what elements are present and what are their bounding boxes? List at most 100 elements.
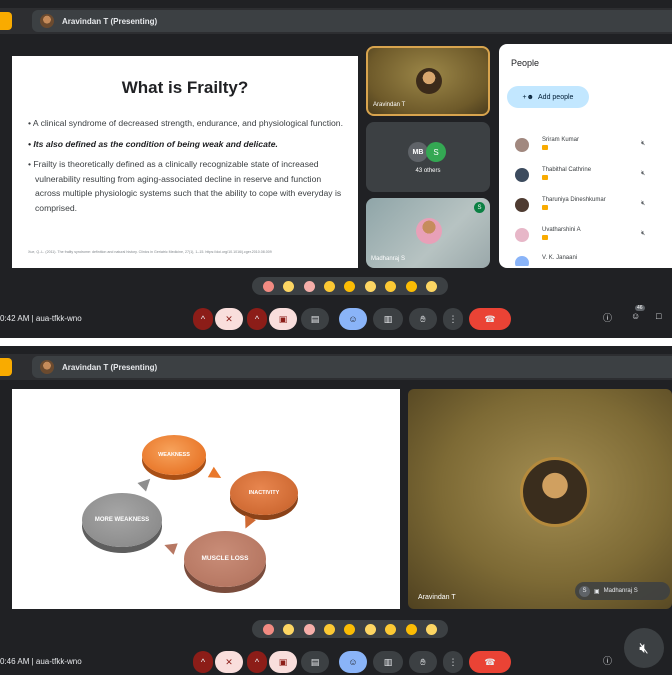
present-screen-icon[interactable]: ▥ bbox=[373, 651, 403, 673]
mic-off-icon[interactable]: 🔇︎ bbox=[641, 170, 645, 178]
others-avatar: S bbox=[426, 142, 446, 162]
leave-call-icon[interactable]: ☎︎ bbox=[469, 308, 511, 330]
laughing-icon[interactable] bbox=[344, 623, 356, 635]
present-indicator[interactable] bbox=[0, 12, 12, 30]
thumbs-down-icon[interactable] bbox=[426, 623, 438, 635]
party-popper-icon[interactable] bbox=[303, 623, 315, 635]
camera-options-chevron-icon[interactable]: ^ bbox=[247, 651, 267, 673]
participant-name: Aravindan T bbox=[373, 102, 406, 108]
people-panel-title: People bbox=[511, 58, 540, 68]
participant-name: Tharuniya Dineshkumar bbox=[542, 197, 606, 203]
mic-off-icon[interactable]: ✕ bbox=[215, 308, 243, 330]
surprised-icon[interactable] bbox=[364, 280, 376, 292]
camera-off-icon[interactable]: ▣ bbox=[269, 651, 297, 673]
list-top-partial bbox=[515, 116, 655, 122]
captions-icon[interactable]: ▤ bbox=[301, 651, 329, 673]
mic-off-icon[interactable]: ✕ bbox=[215, 651, 243, 673]
present-screen-icon[interactable]: ▥ bbox=[373, 308, 403, 330]
slide-bullets: • A clinical syndrome of decreased stren… bbox=[28, 116, 348, 221]
raise-hand-icon[interactable]: ✋︎ bbox=[409, 651, 437, 673]
crying-icon[interactable] bbox=[385, 623, 397, 635]
presenter-avatar bbox=[40, 360, 54, 374]
participant-name: Sriram Kumar bbox=[542, 137, 580, 143]
presenter-chip[interactable]: Aravindan T (Presenting) bbox=[32, 356, 672, 378]
diagram-node-more-weakness: MORE WEAKNESS bbox=[82, 493, 162, 547]
participant-list-item[interactable]: Sriram Kumar 🔇︎ bbox=[515, 136, 672, 156]
pip-avatar: S bbox=[579, 585, 590, 597]
slide-title: What is Frailty? bbox=[121, 78, 249, 97]
participant-avatar bbox=[515, 228, 529, 242]
participant-tile-presenter[interactable]: Aravindan T bbox=[408, 389, 672, 609]
present-indicator[interactable] bbox=[0, 358, 12, 376]
call-controls: 0:42 AM | aua-tfkk-wno ^ ✕ ^ ▣ ▤ ☺ ▥ ✋︎ … bbox=[0, 305, 672, 335]
diagram-node-inactivity: INACTIVITY bbox=[230, 471, 298, 515]
participant-name: Thabithal Cathrine bbox=[542, 167, 592, 173]
participant-avatar bbox=[515, 256, 529, 266]
self-view-pip[interactable]: S ▣ Madhanraj S bbox=[575, 582, 670, 600]
call-controls: 0:46 AM | aua-tfkk-wno ^ ✕ ^ ▣ ▤ ☺ ▥ ✋︎ … bbox=[0, 648, 672, 675]
add-people-button[interactable]: +☻ Add people bbox=[507, 86, 589, 108]
mic-off-icon[interactable]: 🔇︎ bbox=[641, 230, 645, 238]
more-options-icon[interactable]: ⋮ bbox=[443, 308, 463, 330]
presenter-avatar bbox=[40, 14, 54, 28]
meeting-time-code: 0:42 AM | aua-tfkk-wno bbox=[0, 314, 82, 323]
mic-options-chevron-icon[interactable]: ^ bbox=[193, 651, 213, 673]
clapping-icon[interactable] bbox=[324, 280, 336, 292]
chat-icon[interactable]: □ bbox=[656, 311, 661, 321]
add-person-icon: +☻ bbox=[522, 93, 535, 101]
others-avatar: MB bbox=[408, 142, 428, 162]
surprised-icon[interactable] bbox=[364, 623, 376, 635]
diagram-arrow bbox=[207, 466, 225, 484]
hand-badge bbox=[542, 235, 548, 240]
meeting-screenshot-top: Aravindan T (Presenting) What is Frailty… bbox=[0, 0, 672, 338]
mic-options-chevron-icon[interactable]: ^ bbox=[193, 308, 213, 330]
pip-name: Madhanraj S bbox=[603, 588, 638, 594]
hand-badge bbox=[542, 175, 548, 180]
more-options-icon[interactable]: ⋮ bbox=[443, 651, 463, 673]
raise-hand-icon[interactable]: ✋︎ bbox=[409, 308, 437, 330]
participant-avatar bbox=[520, 457, 590, 527]
clapping-icon[interactable] bbox=[324, 623, 336, 635]
participant-list-item[interactable]: Uvatharshini A 🔇︎ bbox=[515, 226, 672, 246]
mic-off-icon[interactable]: 🔇︎ bbox=[641, 140, 645, 148]
thinking-icon[interactable] bbox=[405, 280, 417, 292]
participant-avatar bbox=[515, 198, 529, 212]
slide-reference: Xue, Q.-L. (2011). The frailty syndrome:… bbox=[28, 250, 272, 254]
emoji-icon[interactable]: ☺ bbox=[339, 651, 367, 673]
participant-list-item[interactable]: V. K. Janaani bbox=[515, 254, 672, 266]
thumbs-up-icon[interactable] bbox=[283, 280, 295, 292]
meeting-details-icon[interactable]: ⓘ bbox=[603, 654, 612, 667]
thumbs-down-icon[interactable] bbox=[426, 280, 438, 292]
presenter-chip[interactable]: Aravindan T (Presenting) bbox=[32, 10, 672, 32]
participant-name: Madhanraj S bbox=[371, 256, 406, 262]
meeting-details-icon[interactable]: ⓘ bbox=[603, 311, 612, 324]
presentation-slide: What is Frailty? • A clinical syndrome o… bbox=[12, 56, 358, 268]
thinking-icon[interactable] bbox=[405, 623, 417, 635]
hand-badge bbox=[542, 145, 548, 150]
leave-call-icon[interactable]: ☎︎ bbox=[469, 651, 511, 673]
participant-list-item[interactable]: Tharuniya Dineshkumar 🔇︎ bbox=[515, 196, 672, 216]
crying-icon[interactable] bbox=[385, 280, 397, 292]
people-icon[interactable]: ☺ 46 bbox=[631, 305, 645, 321]
emoji-icon[interactable]: ☺ bbox=[339, 308, 367, 330]
participant-avatar bbox=[416, 218, 442, 244]
heart-icon[interactable] bbox=[262, 280, 274, 292]
mic-off-icon[interactable]: 🔇︎ bbox=[641, 200, 645, 208]
camera-off-icon[interactable]: ▣ bbox=[269, 308, 297, 330]
party-popper-icon[interactable] bbox=[303, 280, 315, 292]
heart-icon[interactable] bbox=[262, 623, 274, 635]
speaker-muted-icon[interactable]: 🔇︎ bbox=[624, 628, 664, 668]
thumbs-up-icon[interactable] bbox=[283, 623, 295, 635]
diagram-arrow bbox=[137, 474, 155, 492]
participant-tile-others[interactable]: MB S 43 others bbox=[366, 122, 490, 192]
participant-tile-madhanraj[interactable]: S Madhanraj S bbox=[366, 198, 490, 268]
diagram-node-muscle-loss: MUSCLE LOSS bbox=[184, 531, 266, 587]
participant-tile-presenter[interactable]: Aravindan T bbox=[366, 46, 490, 116]
participant-list-item[interactable]: Thabithal Cathrine 🔇︎ bbox=[515, 166, 672, 186]
presenter-label: Aravindan T (Presenting) bbox=[62, 362, 158, 372]
captions-icon[interactable]: ▤ bbox=[301, 308, 329, 330]
laughing-icon[interactable] bbox=[344, 280, 356, 292]
presentation-bar: Aravindan T (Presenting) bbox=[0, 354, 672, 380]
camera-options-chevron-icon[interactable]: ^ bbox=[247, 308, 267, 330]
participant-avatar bbox=[515, 138, 529, 152]
